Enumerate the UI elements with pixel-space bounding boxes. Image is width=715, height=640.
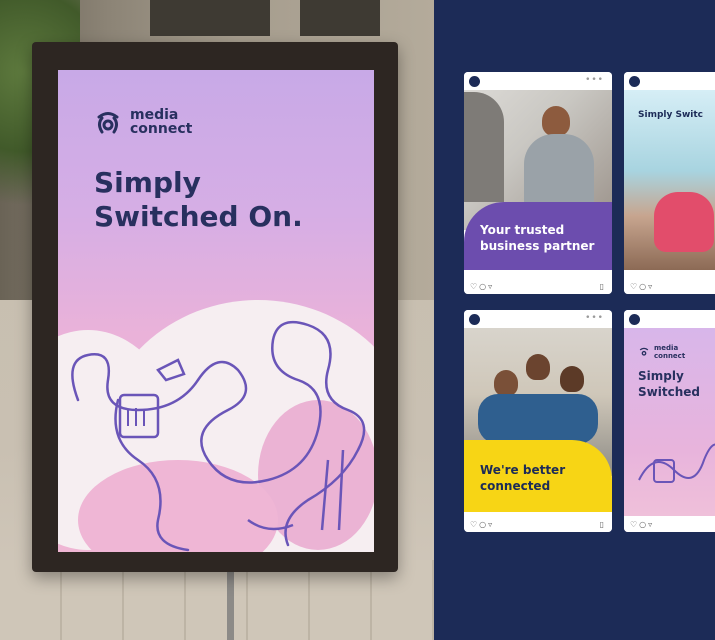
heart-icon: ♡ bbox=[470, 282, 480, 291]
heart-icon: ♡ bbox=[630, 520, 640, 529]
poster-logo-line1: media bbox=[130, 107, 179, 123]
social-media-panel: ••• Your trusted business partner ♡○▿ ▯ … bbox=[434, 0, 715, 640]
card-headline-line2: Switched bbox=[638, 385, 700, 399]
poster-logo-text: media connect bbox=[130, 108, 192, 136]
avatar bbox=[469, 76, 480, 87]
card-footer: ♡○▿ bbox=[624, 278, 715, 294]
card-headline-line1: Simply bbox=[638, 369, 684, 383]
card-caption-line1: Your trusted bbox=[480, 223, 565, 237]
more-dots-icon: ••• bbox=[585, 75, 604, 85]
billboard-pole bbox=[227, 560, 234, 640]
card-logo-line1: media bbox=[654, 344, 679, 352]
card-caption: Simply Switc bbox=[638, 110, 703, 120]
poster-headline-line2: Switched On. bbox=[94, 200, 303, 233]
card-header: ••• bbox=[464, 72, 612, 90]
billboard-frame: media connect Simply Switched On. bbox=[32, 42, 398, 572]
comment-icon: ○ bbox=[639, 282, 649, 291]
card-logo-line2: connect bbox=[654, 352, 686, 360]
card-caption-line2: connected bbox=[480, 479, 551, 493]
person-head bbox=[542, 106, 570, 136]
social-card: Simply Switc ♡○▿ bbox=[624, 72, 715, 294]
street-scene: media connect Simply Switched On. bbox=[0, 0, 434, 640]
card-footer: ♡○▿ ▯ bbox=[464, 516, 612, 532]
poster-logo-line2: connect bbox=[130, 121, 193, 137]
bookmark-icon: ▯ bbox=[599, 282, 604, 291]
reaction-icons: ♡○▿ bbox=[470, 520, 494, 529]
card-caption-line1: We're better bbox=[480, 463, 566, 477]
person-body bbox=[654, 192, 714, 252]
person-head bbox=[494, 370, 518, 396]
media-connect-logo-icon bbox=[97, 112, 119, 134]
avatar bbox=[629, 314, 640, 325]
reaction-icons: ♡○▿ bbox=[470, 282, 494, 291]
more-dots-icon: ••• bbox=[585, 313, 604, 323]
bookmark-icon: ▯ bbox=[599, 520, 604, 529]
share-icon: ▿ bbox=[648, 520, 655, 529]
avatar bbox=[629, 76, 640, 87]
poster: media connect Simply Switched On. bbox=[58, 70, 374, 552]
share-icon: ▿ bbox=[488, 282, 495, 291]
poster-logo: media connect bbox=[94, 108, 192, 136]
card-footer: ♡○▿ bbox=[624, 516, 715, 532]
reaction-icons: ♡○▿ bbox=[630, 282, 654, 291]
people-bodies bbox=[478, 394, 598, 444]
social-card: ••• Your trusted business partner ♡○▿ ▯ bbox=[464, 72, 612, 294]
card-header bbox=[624, 72, 715, 90]
person-head bbox=[526, 354, 550, 380]
line-art-illustration bbox=[71, 320, 366, 552]
comment-icon: ○ bbox=[479, 520, 489, 529]
share-icon: ▿ bbox=[648, 282, 655, 291]
building-window bbox=[300, 0, 380, 36]
card-caption: Your trusted business partner bbox=[480, 222, 600, 254]
media-connect-logo-icon bbox=[639, 347, 649, 356]
card-caption: We're better connected bbox=[480, 462, 600, 494]
card-headline: Simply Switched bbox=[638, 368, 700, 400]
person-head bbox=[560, 366, 584, 392]
comment-icon: ○ bbox=[479, 282, 489, 291]
person-arm bbox=[464, 92, 504, 202]
card-footer: ♡○▿ ▯ bbox=[464, 278, 612, 294]
pavement bbox=[0, 560, 434, 640]
heart-icon: ♡ bbox=[630, 282, 640, 291]
comment-icon: ○ bbox=[639, 520, 649, 529]
poster-headline-line1: Simply bbox=[94, 166, 201, 199]
social-card: media connect Simply Switched ♡○▿ bbox=[624, 310, 715, 532]
share-icon: ▿ bbox=[488, 520, 495, 529]
poster-headline: Simply Switched On. bbox=[94, 166, 354, 234]
card-header: ••• bbox=[464, 310, 612, 328]
line-art-illustration bbox=[638, 443, 715, 483]
building-window bbox=[150, 0, 270, 36]
card-caption-line2: business partner bbox=[480, 239, 595, 253]
reaction-icons: ♡○▿ bbox=[630, 520, 654, 529]
social-card: ••• We're better connected ♡○▿ ▯ bbox=[464, 310, 612, 532]
heart-icon: ♡ bbox=[470, 520, 480, 529]
avatar bbox=[469, 314, 480, 325]
card-header bbox=[624, 310, 715, 328]
card-logo: media connect bbox=[638, 344, 685, 360]
